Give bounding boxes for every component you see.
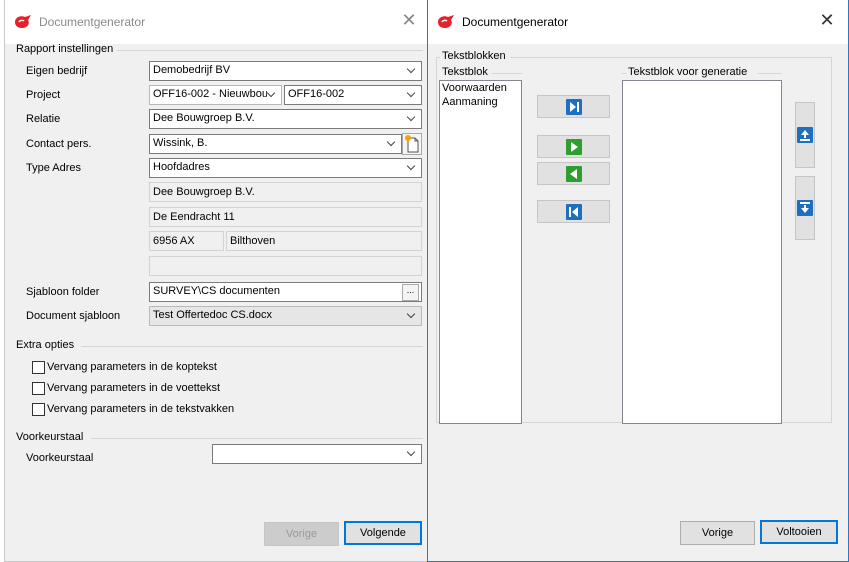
move-right-button[interactable] (537, 135, 610, 158)
chevron-down-icon (407, 448, 417, 458)
app-logo-icon (438, 15, 454, 28)
move-all-left-button[interactable] (537, 200, 610, 223)
contact-label: Contact pers. (26, 138, 92, 150)
chevron-down-icon (387, 138, 397, 148)
template-folder-label: Sjabloon folder (26, 286, 100, 298)
previous-button[interactable]: Vorige (264, 522, 339, 546)
address-type-label: Type Adres (26, 162, 82, 174)
move-down-button[interactable] (795, 176, 815, 240)
company-select[interactable]: Demobedrijf BV (149, 61, 422, 81)
group-title-report-settings: Rapport instellingen (16, 43, 114, 55)
company-label: Eigen bedrijf (26, 65, 88, 77)
option-header-checkbox[interactable] (32, 361, 45, 374)
postcode-field: 6956 AX (149, 231, 224, 251)
app-logo-icon (15, 15, 31, 28)
close-icon[interactable]: ✕ (398, 10, 420, 32)
move-all-left-icon (565, 203, 582, 220)
option-footer-checkbox[interactable] (32, 382, 45, 395)
address-line2-field: De Eendracht 11 (149, 207, 422, 227)
chevron-down-icon (407, 89, 417, 99)
move-right-icon (565, 138, 582, 155)
move-left-button[interactable] (537, 162, 610, 185)
address-line1-field: Dee Bouwgroep B.V. (149, 182, 422, 202)
divider (492, 73, 522, 74)
previous-button[interactable]: Vorige (680, 521, 755, 545)
move-all-right-button[interactable] (537, 95, 610, 118)
window-title: Documentgenerator (462, 15, 569, 29)
project-name-select[interactable]: OFF16-002 - Nieuwbou (149, 85, 282, 105)
template-folder-field[interactable]: SURVEY\CS documenten (149, 282, 422, 302)
available-blocks-header: Tekstblok (442, 66, 488, 78)
move-up-icon (797, 127, 813, 143)
browse-button[interactable]: ... (402, 284, 419, 301)
project-label: Project (26, 89, 61, 101)
move-down-icon (797, 200, 813, 216)
option-header-label: Vervang parameters in de koptekst (47, 361, 217, 373)
divider (81, 346, 423, 347)
template-folder-value: SURVEY\CS documenten (153, 285, 280, 297)
divider (510, 57, 832, 58)
address-line1-value: Dee Bouwgroep B.V. (153, 186, 255, 198)
relation-value: Dee Bouwgroep B.V. (153, 112, 255, 124)
relation-label: Relatie (26, 113, 61, 125)
contact-select[interactable]: Wissink, B. (149, 134, 402, 154)
selected-blocks-header: Tekstblok voor generatie (628, 66, 748, 78)
group-title-language: Voorkeurstaal (16, 431, 84, 443)
chevron-down-icon (407, 162, 417, 172)
project-code-select[interactable]: OFF16-002 (284, 85, 422, 105)
address-type-select[interactable]: Hoofdadres (149, 158, 422, 178)
city-value: Bilthoven (230, 235, 276, 247)
project-code-value: OFF16-002 (288, 88, 345, 100)
postcode-value: 6956 AX (153, 235, 195, 247)
option-footer-label: Vervang parameters in de voettekst (47, 382, 221, 394)
doc-template-value: Test Offertedoc CS.docx (153, 309, 273, 321)
move-up-button[interactable] (795, 102, 815, 168)
chevron-down-icon (267, 89, 277, 99)
next-button[interactable]: Volgende (344, 521, 422, 545)
divider (758, 73, 782, 74)
available-blocks-list[interactable]: Voorwaarden Aanmaning (439, 80, 522, 424)
selected-blocks-list[interactable] (622, 80, 782, 424)
city-field: Bilthoven (226, 231, 422, 251)
list-item[interactable]: Aanmaning (440, 95, 521, 109)
address-line2-value: De Eendracht 11 (153, 211, 235, 223)
option-textboxes-checkbox[interactable] (32, 403, 45, 416)
documentgenerator-window-settings: Documentgenerator ✕ Rapport instellingen… (4, 0, 431, 562)
contact-value: Wissink, B. (153, 137, 208, 149)
company-value: Demobedrijf BV (153, 64, 231, 76)
move-all-right-icon (565, 98, 582, 115)
divider (622, 73, 626, 74)
move-left-icon (565, 165, 582, 182)
window-title: Documentgenerator (39, 15, 146, 29)
option-textboxes-label: Vervang parameters in de tekstvakken (47, 403, 235, 415)
chevron-down-icon (407, 310, 417, 320)
doc-template-select[interactable]: Test Offertedoc CS.docx (149, 306, 422, 326)
list-item[interactable]: Voorwaarden (440, 81, 521, 95)
language-label: Voorkeurstaal (26, 452, 94, 464)
divider (117, 50, 423, 51)
finish-button[interactable]: Voltooien (760, 520, 838, 544)
project-name-value: OFF16-002 - Nieuwbou (153, 88, 268, 100)
relation-select[interactable]: Dee Bouwgroep B.V. (149, 109, 422, 129)
new-contact-icon[interactable] (402, 133, 422, 155)
group-title-extra-options: Extra opties (16, 339, 75, 351)
title-bar: Documentgenerator ✕ (428, 0, 848, 44)
chevron-down-icon (407, 113, 417, 123)
address-type-value: Hoofdadres (153, 161, 210, 173)
address-line4-field (149, 256, 422, 276)
chevron-down-icon (407, 65, 417, 75)
doc-template-label: Document sjabloon (26, 310, 121, 322)
documentgenerator-window-textblocks: Documentgenerator ✕ Tekstblokken Tekstbl… (427, 0, 849, 562)
language-select[interactable] (212, 444, 422, 464)
title-bar: Documentgenerator ✕ (5, 0, 430, 44)
divider (91, 438, 423, 439)
divider (436, 57, 440, 58)
close-icon[interactable]: ✕ (816, 10, 838, 32)
